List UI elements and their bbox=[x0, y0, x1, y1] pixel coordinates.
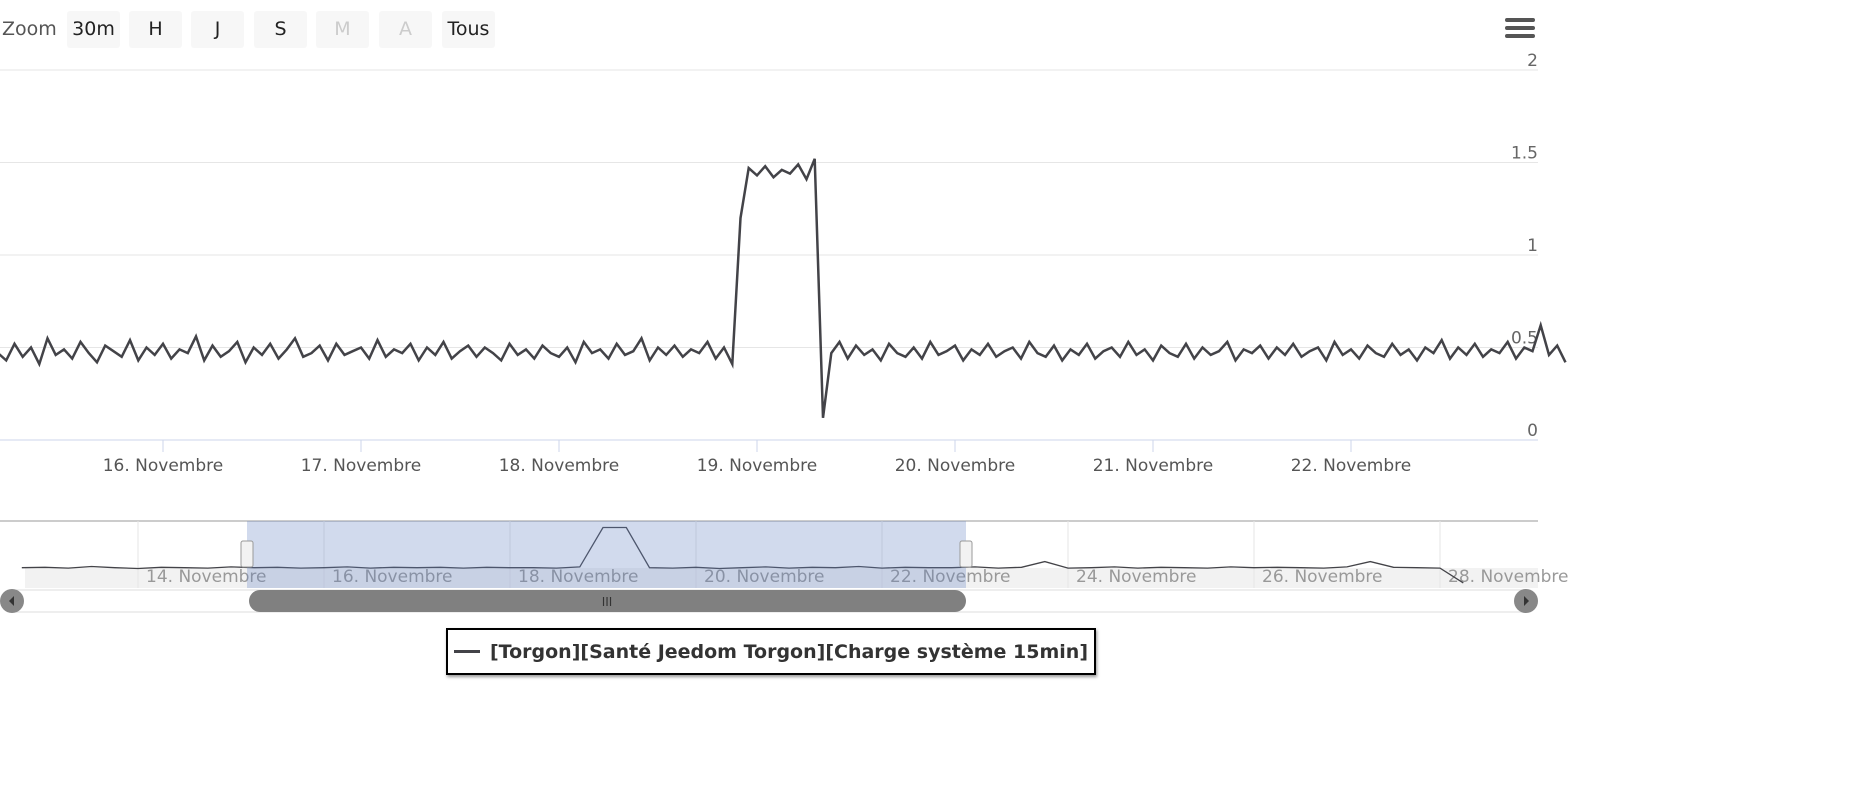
y-tick-label: 2 bbox=[1527, 51, 1538, 71]
scrollbar-grip-icon: III bbox=[602, 595, 613, 609]
navigator-selected-range bbox=[247, 521, 966, 588]
y-tick-label: 0 bbox=[1527, 421, 1538, 441]
series-line bbox=[0, 158, 1567, 418]
x-tick-label: 19. Novembre bbox=[697, 456, 818, 476]
legend-label: [Torgon][Santé Jeedom Torgon][Charge sys… bbox=[489, 640, 1089, 663]
x-tick-label: 16. Novembre bbox=[103, 456, 224, 476]
navigator-tick-label: 24. Novembre bbox=[1076, 567, 1197, 587]
navigator-left-handle[interactable] bbox=[240, 540, 254, 568]
x-tick-label: 22. Novembre bbox=[1291, 456, 1412, 476]
navigator-tick-label: 28. Novembre bbox=[1448, 567, 1569, 587]
legend-line-icon bbox=[453, 650, 480, 653]
y-tick-label: 1 bbox=[1527, 236, 1538, 256]
legend-item[interactable]: [Torgon][Santé Jeedom Torgon][Charge sys… bbox=[446, 628, 1096, 675]
x-tick-label: 20. Novembre bbox=[895, 456, 1016, 476]
navigator-tick-label: 26. Novembre bbox=[1262, 567, 1383, 587]
y-tick-label: 1.5 bbox=[1511, 144, 1538, 164]
x-tick-label: 21. Novembre bbox=[1093, 456, 1214, 476]
x-tick-label: 18. Novembre bbox=[499, 456, 620, 476]
x-tick-label: 17. Novembre bbox=[301, 456, 422, 476]
navigator-right-handle[interactable] bbox=[959, 540, 973, 568]
chart: 00.511.5216. Novembre 17. Novembre 18. Nov… bbox=[0, 51, 1569, 613]
